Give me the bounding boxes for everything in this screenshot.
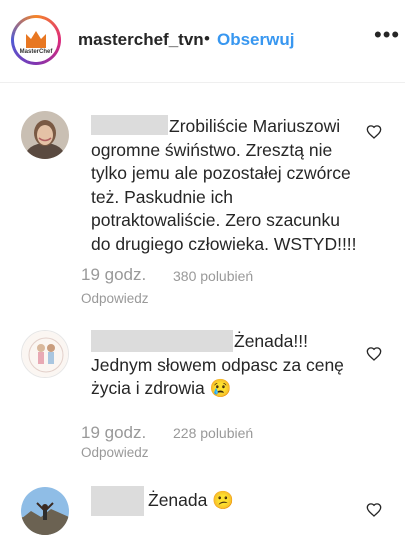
like-heart-icon[interactable] <box>366 124 382 140</box>
comment-item: Żenada 😕 <box>0 478 405 536</box>
more-options-icon[interactable]: ••• <box>374 22 400 48</box>
comment-likes[interactable]: 380 polubień <box>173 268 253 284</box>
separator-dot: • <box>204 29 210 48</box>
commenter-avatar[interactable] <box>21 111 69 159</box>
commenter-avatar[interactable] <box>21 330 69 378</box>
comment-time: 19 godz. <box>81 265 147 284</box>
commenter-avatar[interactable] <box>21 487 69 535</box>
follow-button[interactable]: Obserwuj <box>217 30 294 50</box>
comment-text: Zrobiliście Mariuszowi ogromne świństwo.… <box>91 116 357 254</box>
profile-avatar[interactable]: MasterChef <box>11 15 61 65</box>
masterchef-logo: MasterChef <box>14 18 58 62</box>
comment-time: 19 godz. <box>81 423 147 442</box>
comment-item: Zrobiliście Mariuszowi ogromne świństwo.… <box>0 83 405 313</box>
like-heart-icon[interactable] <box>366 346 382 362</box>
post-header: MasterChef masterchef_tvn • Obserwuj ••• <box>0 0 405 83</box>
like-heart-icon[interactable] <box>366 502 382 518</box>
reply-button[interactable]: Odpowiedz <box>81 445 149 460</box>
logo-text: MasterChef <box>19 49 53 55</box>
reply-button[interactable]: Odpowiedz <box>81 291 149 306</box>
comment-text: Żenada 😕 <box>148 490 235 510</box>
account-username[interactable]: masterchef_tvn <box>78 30 204 50</box>
comment-item: Żenada!!! Jednym słowem odpasc za cenę ż… <box>0 313 405 478</box>
comment-text: Żenada!!! Jednym słowem odpasc za cenę ż… <box>91 331 344 398</box>
comment-likes[interactable]: 228 polubień <box>173 425 253 441</box>
